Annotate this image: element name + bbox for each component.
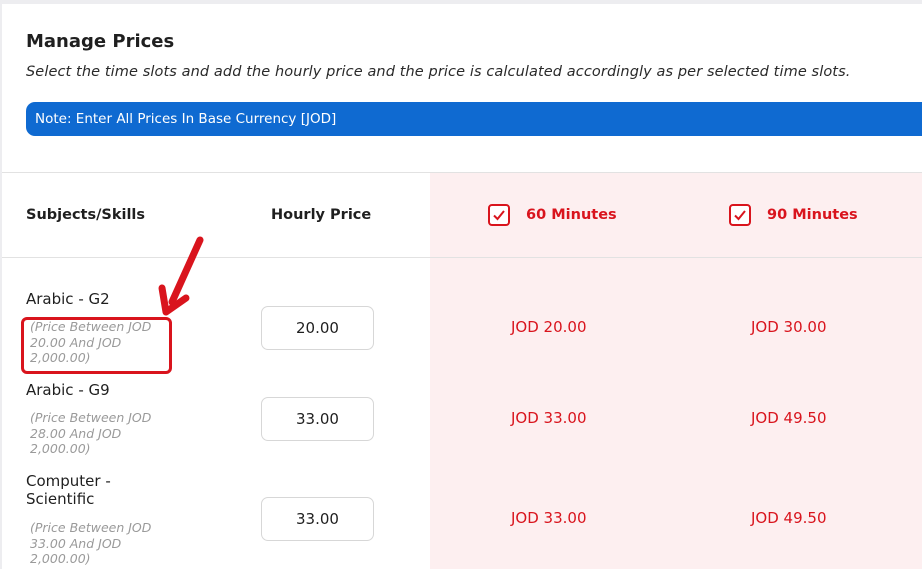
column-header-subjects: Subjects/Skills <box>26 207 146 223</box>
checkmark-icon <box>734 210 746 221</box>
price-range-hint: (Price Between JOD 28.00 And JOD 2,000.0… <box>30 410 152 456</box>
red-arrow-annotation-icon <box>158 236 204 316</box>
subject-name: Arabic - G2 <box>26 290 110 308</box>
hourly-price-input[interactable] <box>261 306 374 350</box>
price-60-value: JOD 33.00 <box>511 409 587 427</box>
slot-header-60: 60 Minutes <box>488 204 617 226</box>
slot-60-checkbox[interactable] <box>488 204 510 226</box>
hourly-price-input[interactable] <box>261 397 374 441</box>
table-header-divider <box>2 257 922 258</box>
time-slots-column-background <box>430 173 922 569</box>
page-subtitle: Select the time slots and add the hourly… <box>26 64 851 80</box>
price-90-value: JOD 30.00 <box>751 318 827 336</box>
price-range-hint: (Price Between JOD 33.00 And JOD 2,000.0… <box>30 520 152 566</box>
price-90-value: JOD 49.50 <box>751 509 827 527</box>
currency-note-banner: Note: Enter All Prices In Base Currency … <box>26 102 922 136</box>
subject-name: Computer - Scientific <box>26 472 111 508</box>
manage-prices-card: Manage Prices Select the time slots and … <box>2 4 922 569</box>
subject-name: Arabic - G9 <box>26 381 110 399</box>
slot-90-label: 90 Minutes <box>767 207 858 223</box>
slot-header-90: 90 Minutes <box>729 204 858 226</box>
price-60-value: JOD 20.00 <box>511 318 587 336</box>
highlight-annotation-box <box>21 317 172 374</box>
slot-90-checkbox[interactable] <box>729 204 751 226</box>
page-title: Manage Prices <box>26 31 175 52</box>
column-header-hourly-price: Hourly Price <box>271 207 372 223</box>
price-60-value: JOD 33.00 <box>511 509 587 527</box>
slot-60-label: 60 Minutes <box>526 207 617 223</box>
checkmark-icon <box>493 210 505 221</box>
hourly-price-input[interactable] <box>261 497 374 541</box>
price-90-value: JOD 49.50 <box>751 409 827 427</box>
